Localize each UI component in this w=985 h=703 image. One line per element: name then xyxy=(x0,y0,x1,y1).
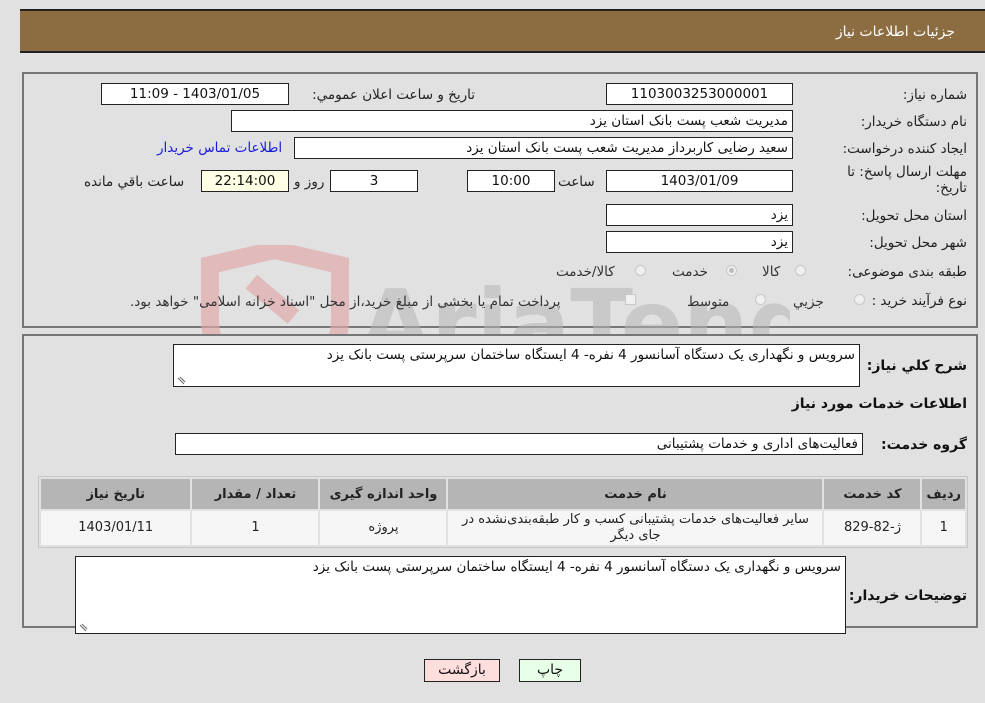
process-minor-radio[interactable] xyxy=(854,294,865,305)
buyer-notes-label: توضیحات خریدار: xyxy=(848,588,967,604)
cell-quantity: 1 xyxy=(192,511,319,545)
cell-unit: پروژه xyxy=(320,511,447,545)
cell-need-date: 1403/01/11 xyxy=(41,511,191,545)
delivery-city-field: یزد xyxy=(606,231,793,253)
cell-service-name: سایر فعالیت‌های خدمات پشتیبانی کسب و کار… xyxy=(448,511,823,545)
table-row: 1 ژ-82-829 سایر فعالیت‌های خدمات پشتیبان… xyxy=(41,511,965,545)
print-button[interactable]: چاپ xyxy=(519,659,581,682)
col-header-service-code: کد خدمت xyxy=(824,479,921,509)
deadline-date-field: 1403/01/09 xyxy=(606,170,793,192)
general-description-label: شرح کلي نیاز: xyxy=(866,358,967,374)
treasury-note: پرداخت تمام یا بخشی از مبلغ خرید،از محل … xyxy=(130,294,561,310)
treasury-checkbox[interactable] xyxy=(625,294,636,305)
page-header: جزئیات اطلاعات نیاز xyxy=(20,9,985,53)
services-section-title: اطلاعات خدمات مورد نیاز xyxy=(791,396,967,412)
time-remaining-field: 22:14:00 xyxy=(201,170,289,192)
days-remaining-field: 3 xyxy=(330,170,418,192)
deadline-label: مهلت ارسال پاسخ: تا تاریخ: xyxy=(847,164,967,196)
col-header-need-date: تاریخ نیاز xyxy=(41,479,191,509)
buyer-notes-text: سرویس و نگهداری یک دستگاه آسانسور 4 نفره… xyxy=(312,559,841,575)
table-header-row: ردیف کد خدمت نام خدمت واحد اندازه گیری ت… xyxy=(41,479,965,509)
services-table-wrap: ردیف کد خدمت نام خدمت واحد اندازه گیری ت… xyxy=(38,476,968,548)
buyer-notes-textarea[interactable]: سرویس و نگهداری یک دستگاه آسانسور 4 نفره… xyxy=(75,556,846,634)
resize-grip-icon[interactable] xyxy=(78,622,88,632)
announce-datetime-label: تاریخ و ساعت اعلان عمومي: xyxy=(312,87,475,103)
col-header-service-name: نام خدمت xyxy=(448,479,823,509)
col-header-quantity: تعداد / مقدار xyxy=(192,479,319,509)
need-number-label: شماره نیاز: xyxy=(902,87,967,103)
process-medium-label: متوسط xyxy=(687,294,730,310)
service-group-label: گروه خدمت: xyxy=(881,437,967,453)
delivery-city-label: شهر محل تحویل: xyxy=(869,235,967,251)
delivery-province-label: استان محل تحویل: xyxy=(861,208,967,224)
days-label: روز و xyxy=(294,174,325,190)
col-header-row-number: ردیف xyxy=(922,479,965,509)
purchase-process-label: نوع فرآیند خرید : xyxy=(871,293,967,309)
col-header-unit: واحد اندازه گیری xyxy=(320,479,447,509)
category-goods-service-label: کالا/خدمت xyxy=(556,264,615,280)
category-goods-radio[interactable] xyxy=(795,265,806,276)
deadline-label-line2: تاریخ: xyxy=(935,180,967,196)
time-remaining-label: ساعت باقي مانده xyxy=(84,174,185,190)
deadline-time-label: ساعت xyxy=(558,174,595,190)
page-title: جزئیات اطلاعات نیاز xyxy=(835,24,955,40)
resize-grip-icon[interactable] xyxy=(176,375,186,385)
deadline-label-line1: مهلت ارسال پاسخ: تا xyxy=(847,164,967,180)
announce-datetime-field: 1403/01/05 - 11:09 xyxy=(101,83,289,105)
buyer-contact-link[interactable]: اطلاعات تماس خریدار xyxy=(157,140,282,156)
requester-field: سعید رضایی کاربرداز مدیریت شعب پست بانک … xyxy=(294,137,793,159)
general-description-text: سرویس و نگهداری یک دستگاه آسانسور 4 نفره… xyxy=(326,347,855,363)
category-service-label: خدمت xyxy=(672,264,708,280)
general-description-textarea[interactable]: سرویس و نگهداری یک دستگاه آسانسور 4 نفره… xyxy=(173,344,860,387)
deadline-time-field: 10:00 xyxy=(467,170,555,192)
need-number-field: 1103003253000001 xyxy=(606,83,793,105)
requester-label: ایجاد کننده درخواست: xyxy=(842,141,967,157)
process-medium-radio[interactable] xyxy=(755,294,766,305)
services-table: ردیف کد خدمت نام خدمت واحد اندازه گیری ت… xyxy=(38,476,968,548)
buyer-org-label: نام دستگاه خریدار: xyxy=(860,114,967,130)
cell-row-number: 1 xyxy=(922,511,965,545)
category-goods-label: کالا xyxy=(762,264,781,280)
service-group-field: فعالیت‌های اداری و خدمات پشتیبانی xyxy=(175,433,863,455)
delivery-province-field: یزد xyxy=(606,204,793,226)
process-minor-label: جزیي xyxy=(793,294,824,310)
cell-service-code: ژ-82-829 xyxy=(824,511,921,545)
buyer-org-field: مدیریت شعب پست بانک استان یزد xyxy=(231,110,793,132)
back-button[interactable]: بازگشت xyxy=(424,659,500,682)
category-goods-service-radio[interactable] xyxy=(635,265,646,276)
category-service-radio[interactable] xyxy=(726,265,737,276)
subject-category-label: طبقه بندی موضوعی: xyxy=(847,264,967,280)
